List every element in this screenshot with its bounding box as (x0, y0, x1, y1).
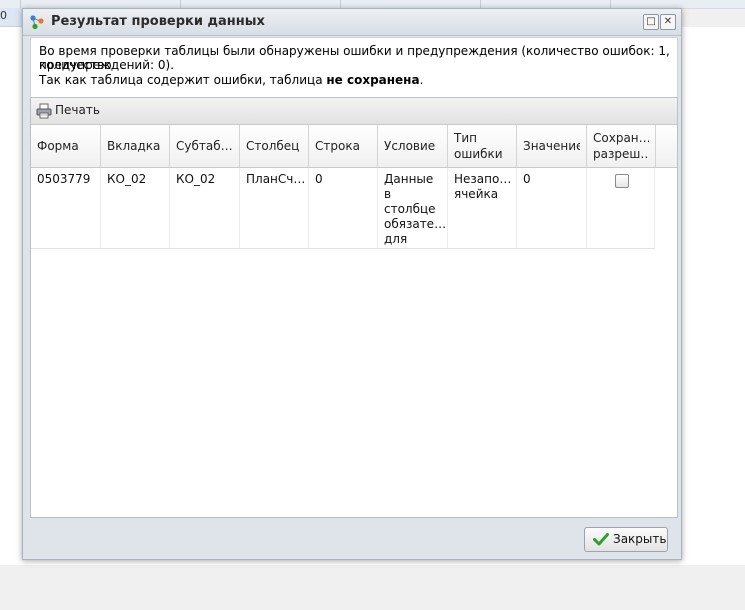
column-header-label: Сохран… разреш… (593, 131, 649, 161)
cell-text: КО_02 (176, 172, 216, 186)
column-header-column[interactable]: Столбец (240, 125, 309, 167)
close-button[interactable]: Закрыть (584, 527, 668, 552)
close-button-label: Закрыть (613, 532, 667, 546)
background-segment (180, 0, 341, 8)
column-header-tab[interactable]: Вкладка (101, 125, 170, 167)
column-header-label: Тип ошибки (454, 131, 503, 161)
cell-save-allowed (587, 168, 655, 248)
workflow-icon (30, 15, 44, 30)
column-header-label: Форма (37, 139, 79, 153)
dialog-titlebar[interactable]: Результат проверки данных □ ✕ (23, 9, 681, 36)
cell-value: 0 (517, 168, 587, 248)
column-header-label: Значение (523, 139, 580, 153)
message-line: предупреждений: 0). (39, 58, 175, 72)
grid-toolbar: Печать (31, 98, 677, 125)
cell-text: 0503779 (37, 172, 91, 186)
close-icon[interactable]: ✕ (660, 14, 676, 30)
cell-form: 0503779 (31, 168, 101, 248)
cell-text: Незапо… ячейка (454, 172, 512, 201)
check-icon (593, 533, 609, 546)
cell-subtab: КО_02 (170, 168, 240, 248)
errors-grid: Печать Форма Вкладка Субтаб… Столбец Стр… (30, 97, 678, 518)
not-saved-emphasis: не сохранена (326, 73, 420, 87)
maximize-icon[interactable]: □ (643, 14, 659, 30)
cell-text: ПланСч… (246, 172, 306, 186)
column-header-error-type[interactable]: Тип ошибки (448, 125, 517, 167)
message-text: . (419, 73, 424, 87)
print-label: Печать (55, 103, 100, 117)
background-segment (20, 0, 181, 8)
column-header-value[interactable]: Значение (517, 125, 587, 167)
cell-tab: КО_02 (101, 168, 170, 248)
save-allowed-checkbox[interactable] (615, 174, 629, 188)
column-header-subtab[interactable]: Субтаб… (170, 125, 240, 167)
cell-text: 0 (523, 172, 531, 186)
cell-text: КО_02 (107, 172, 147, 186)
message-text: Так как таблица содержит ошибки, таблица (39, 73, 327, 87)
background-cell-value: 0 (0, 9, 7, 22)
dialog-title: Результат проверки данных (51, 14, 265, 29)
cell-condition: Данные в столбце обязате… для заполне… (378, 168, 448, 248)
column-header-form[interactable]: Форма (31, 125, 101, 167)
cell-text: Данные в столбце обязате… для заполне… (384, 172, 447, 248)
cell-column: ПланСч… (240, 168, 309, 248)
column-header-label: Столбец (246, 139, 300, 153)
message-line: Так как таблица содержит ошибки, таблица… (39, 73, 423, 87)
validation-message: Во время проверки таблицы были обнаружен… (30, 37, 678, 99)
table-row[interactable]: 0503779 КО_02 КО_02 ПланСч… 0 Данные в с… (31, 168, 655, 249)
background-segment (480, 0, 611, 8)
column-header-condition[interactable]: Условие (378, 125, 448, 167)
background-segment (340, 0, 481, 8)
column-header-label: Условие (384, 139, 436, 153)
column-header-label: Вкладка (107, 139, 161, 153)
grid-header: Форма Вкладка Субтаб… Столбец Строка Усл… (31, 125, 677, 168)
printer-icon (36, 103, 52, 119)
background-segment (0, 0, 21, 8)
cell-text: 0 (315, 172, 323, 186)
validation-result-dialog: Результат проверки данных □ ✕ Во время п… (22, 8, 682, 560)
cell-error-type: Незапо… ячейка (448, 168, 517, 248)
column-header-label: Строка (315, 139, 360, 153)
column-header-label: Субтаб… (176, 139, 233, 153)
column-header-row[interactable]: Строка (309, 125, 378, 167)
column-header-save-allowed[interactable]: Сохран… разреш… (587, 125, 656, 167)
background-cell[interactable]: 0 (0, 8, 22, 27)
cell-row: 0 (309, 168, 378, 248)
